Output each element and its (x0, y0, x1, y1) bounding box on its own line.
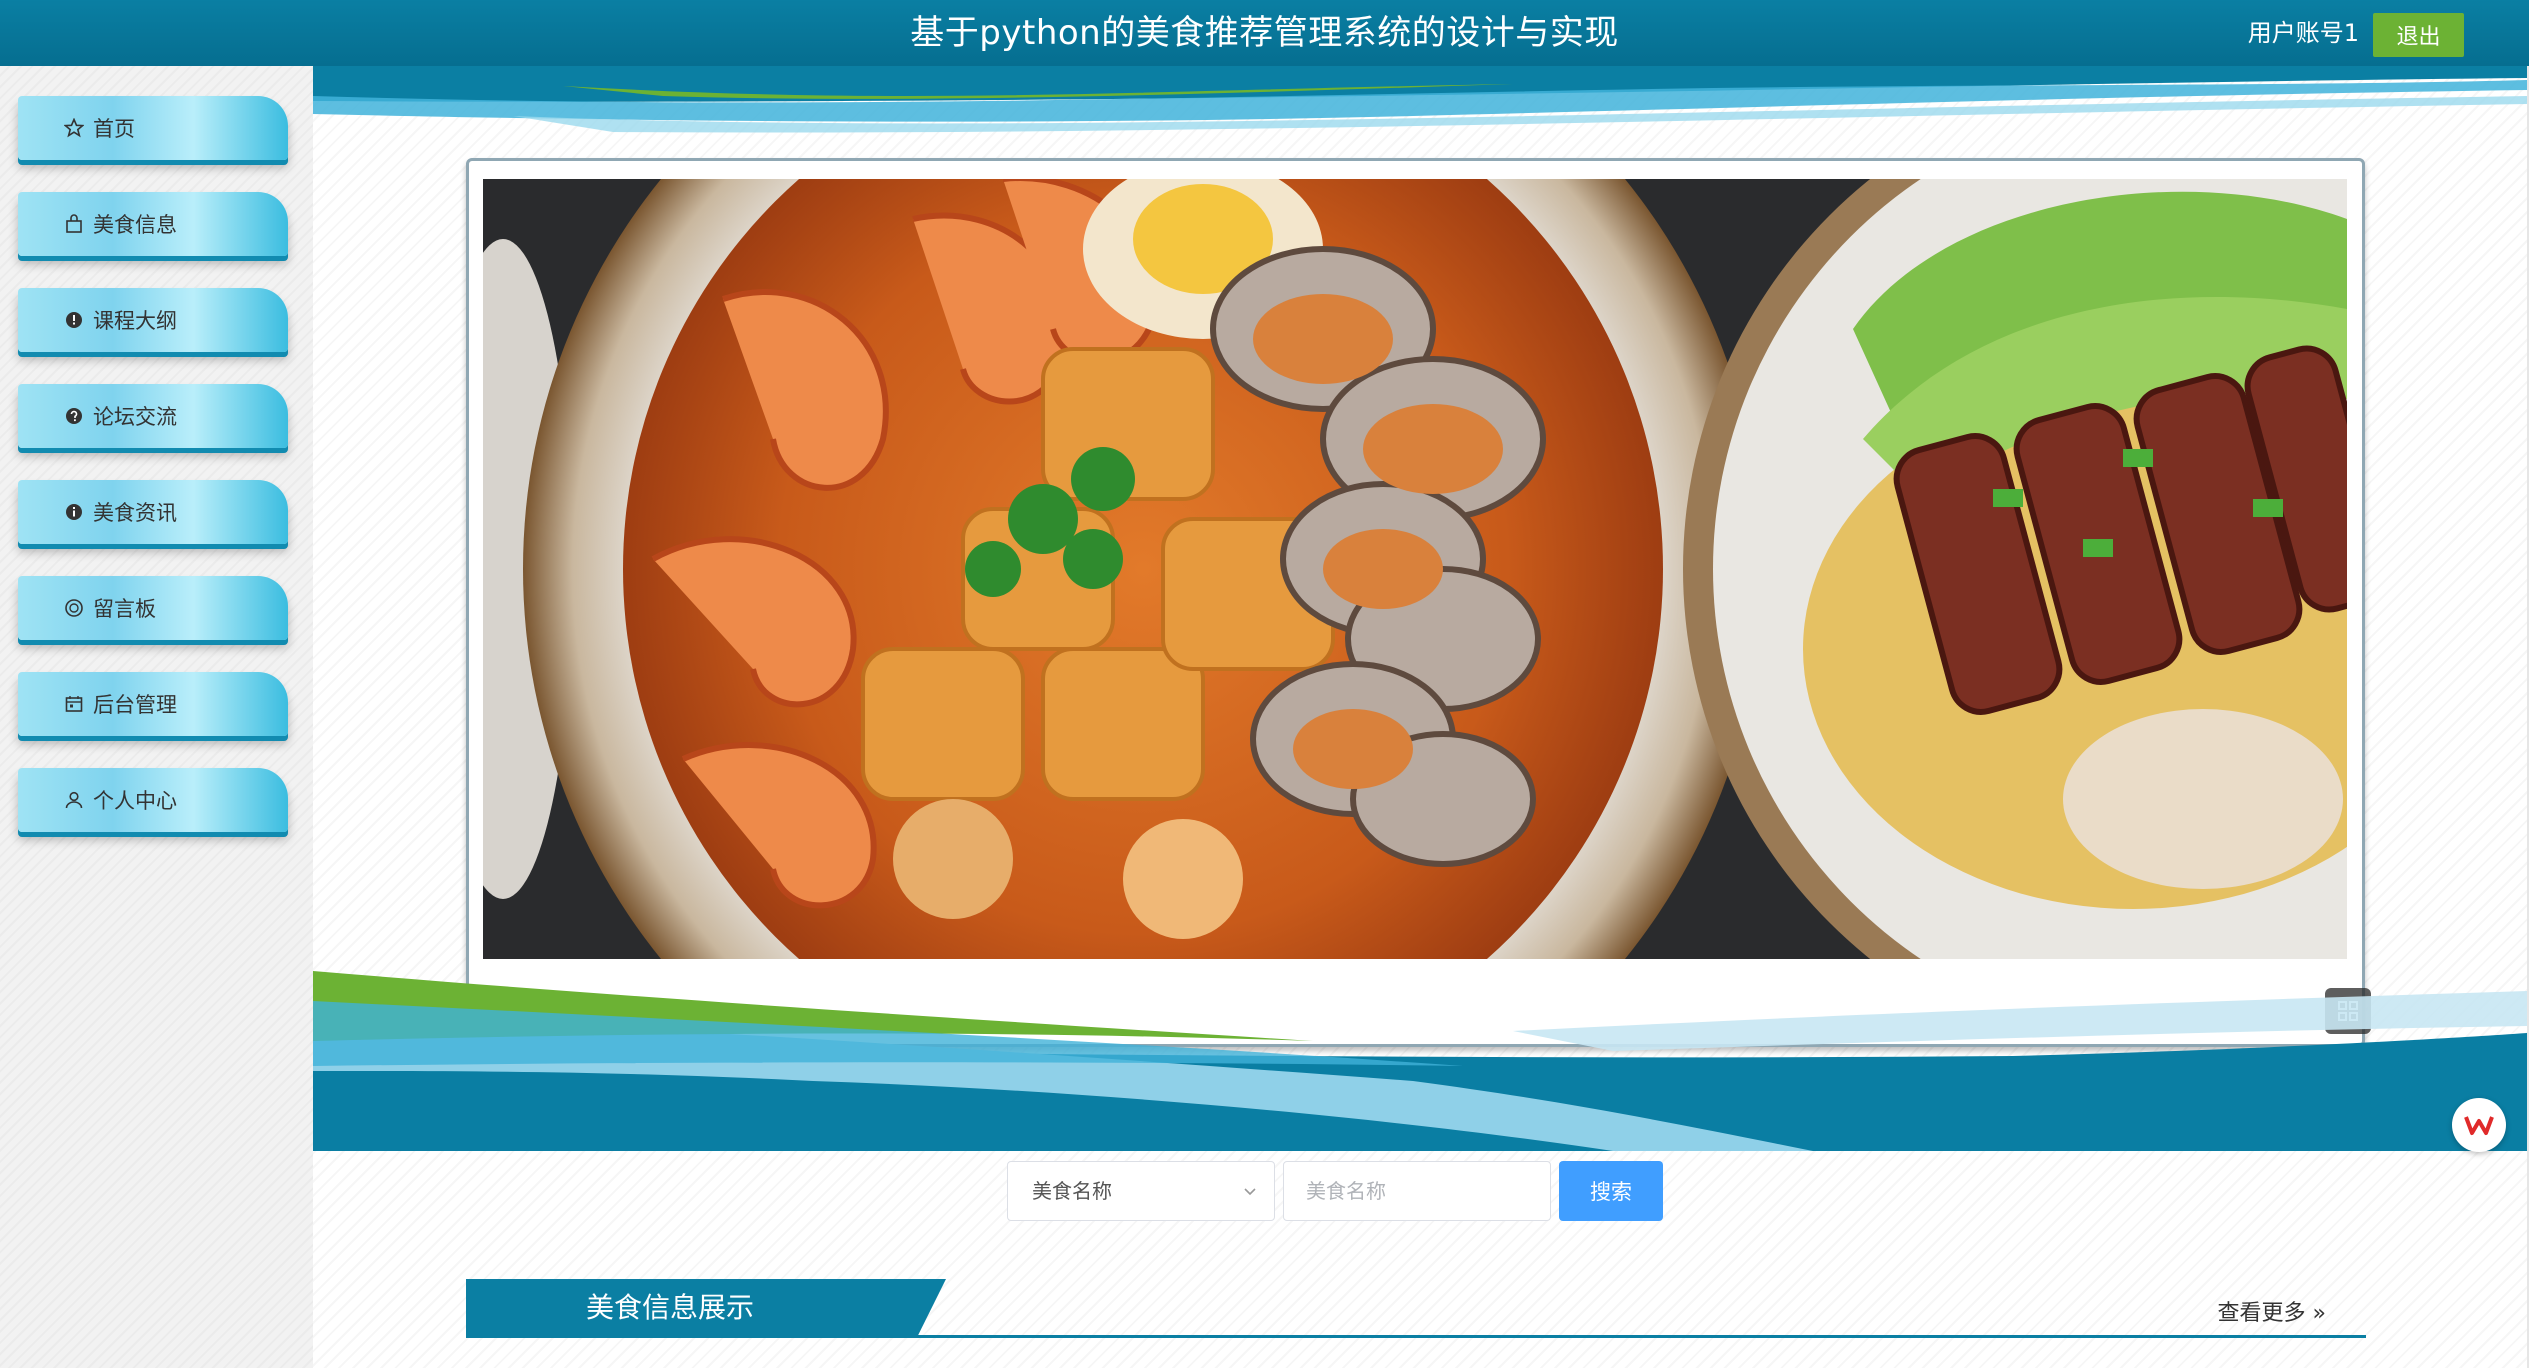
sidebar-item-label: 留言板 (93, 597, 156, 621)
bag-icon (63, 213, 85, 235)
section-header: 美食信息展示 查看更多 » (466, 1279, 2366, 1349)
page-title: 基于python的美食推荐管理系统的设计与实现 (910, 13, 1619, 53)
sidebar-item-forum[interactable]: 论坛交流 (18, 384, 288, 448)
floating-w-button[interactable] (2452, 1098, 2506, 1152)
sidebar-item-home[interactable]: 首页 (18, 96, 288, 160)
sidebar-item-message-board[interactable]: 留言板 (18, 576, 288, 640)
sidebar: 首页 美食信息 课程大纲 论坛交流 美食资讯 留言板 后台管理 个人中心 (0, 66, 314, 1368)
double-chevron-right-icon: » (2305, 1301, 2326, 1326)
star-icon (63, 117, 85, 139)
sidebar-item-label: 课程大纲 (93, 309, 177, 333)
sidebar-item-label: 美食信息 (93, 213, 177, 237)
search-input[interactable] (1283, 1161, 1551, 1221)
current-user: 用户账号1 (2247, 19, 2359, 47)
chevron-down-icon (1244, 1188, 1256, 1196)
sidebar-item-food-info[interactable]: 美食信息 (18, 192, 288, 256)
carousel (466, 158, 2371, 1047)
sidebar-item-label: 首页 (93, 117, 135, 141)
bottom-wave-decoration (313, 971, 2527, 1151)
sidebar-item-personal-center[interactable]: 个人中心 (18, 768, 288, 832)
top-header: 基于python的美食推荐管理系统的设计与实现 用户账号1 退出 (0, 0, 2529, 66)
calendar-icon (63, 693, 85, 715)
section-title: 美食信息展示 (466, 1279, 946, 1337)
sidebar-item-label: 论坛交流 (93, 405, 177, 429)
sidebar-item-label: 美食资讯 (93, 501, 177, 525)
question-circle-icon (63, 405, 85, 427)
sidebar-item-label: 后台管理 (93, 693, 177, 717)
logout-button[interactable]: 退出 (2373, 13, 2464, 57)
search-field-select[interactable]: 美食名称 (1007, 1161, 1275, 1221)
sidebar-item-admin[interactable]: 后台管理 (18, 672, 288, 736)
info-circle-icon (63, 501, 85, 523)
section-divider (466, 1335, 2366, 1338)
sidebar-item-label: 个人中心 (93, 789, 177, 813)
sidebar-item-food-news[interactable]: 美食资讯 (18, 480, 288, 544)
message-icon (63, 597, 85, 619)
view-more-label: 查看更多 (2217, 1301, 2306, 1326)
carousel-slide-image[interactable] (483, 179, 2347, 959)
top-wave-decoration (313, 66, 2527, 133)
select-value: 美食名称 (1032, 1179, 1112, 1203)
view-more-link[interactable]: 查看更多 » (2218, 1295, 2326, 1327)
main-content: 美食名称 搜索 美食信息展示 查看更多 » (313, 66, 2527, 1368)
sidebar-item-course-outline[interactable]: 课程大纲 (18, 288, 288, 352)
user-icon (63, 789, 85, 811)
info-circle-icon (63, 309, 85, 331)
search-button[interactable]: 搜索 (1559, 1161, 1663, 1221)
w-logo-icon (2464, 1116, 2494, 1135)
